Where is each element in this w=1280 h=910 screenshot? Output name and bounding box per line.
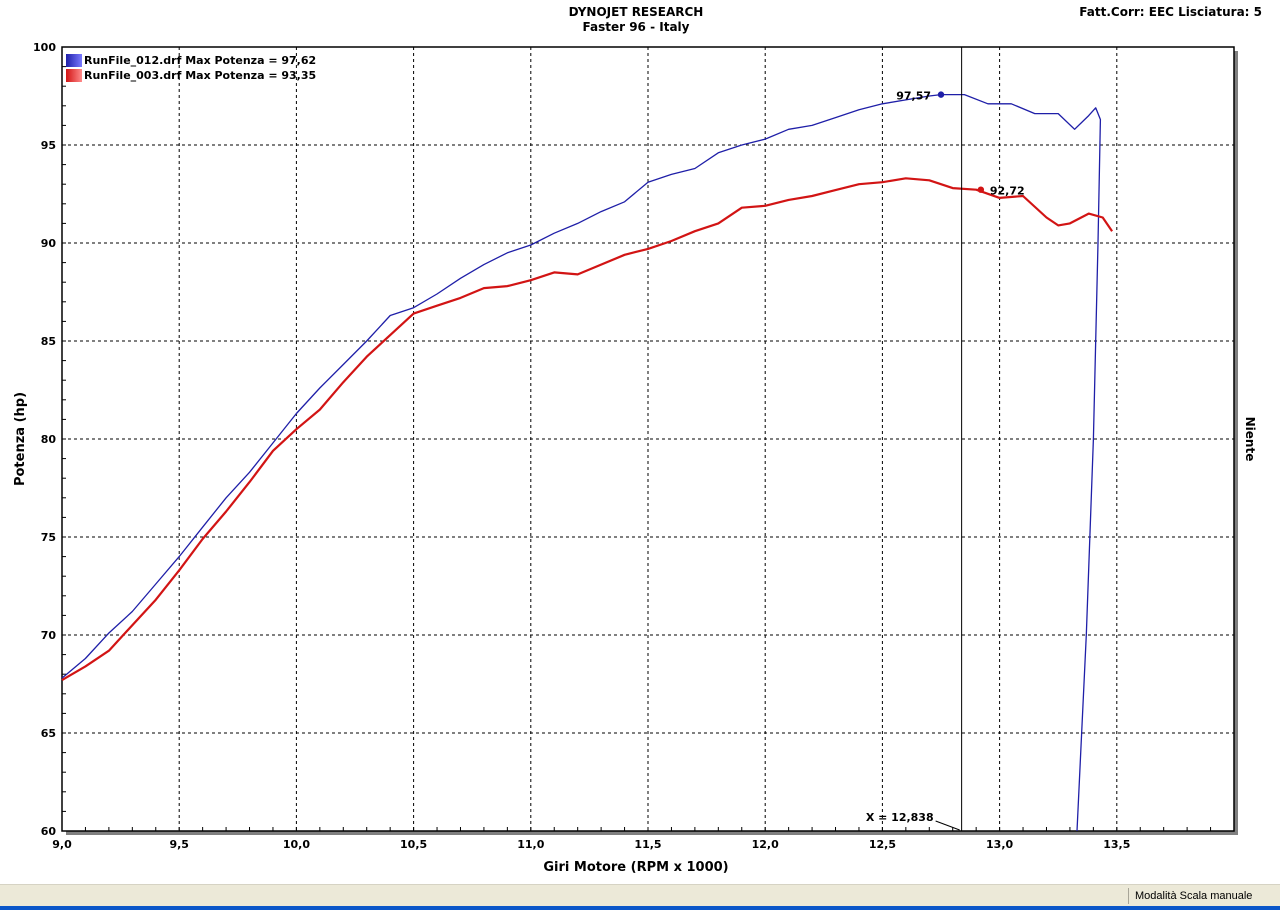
y-tick-label: 65 xyxy=(41,727,56,740)
x-tick-label: 10,0 xyxy=(283,838,310,851)
cursor-label: X = 12,838 xyxy=(866,811,934,824)
taskbar-strip xyxy=(0,906,1280,910)
x-tick-label: 9,5 xyxy=(169,838,189,851)
status-mode-label: Modalità Scala manuale xyxy=(1128,888,1280,904)
y-tick-label: 80 xyxy=(41,433,57,446)
y-tick-label: 100 xyxy=(33,41,56,54)
x-tick-label: 13,5 xyxy=(1103,838,1130,851)
legend-entry-runfile-012: RunFile_012.drf Max Potenza = 97,62 xyxy=(84,54,317,67)
peak-marker-1 xyxy=(977,186,985,193)
x-tick-label: 11,0 xyxy=(517,838,544,851)
y-tick-label: 75 xyxy=(41,531,56,544)
y-axis-label: Potenza (hp) xyxy=(13,392,28,486)
y-tick-label: 90 xyxy=(41,237,57,250)
y-tick-label: 70 xyxy=(41,629,57,642)
right-axis-label: Niente xyxy=(1243,417,1257,462)
app-window: DYNOJET RESEARCH Faster 96 - Italy Fatt.… xyxy=(0,0,1280,910)
x-tick-label: 9,0 xyxy=(52,838,72,851)
y-tick-label: 85 xyxy=(41,335,56,348)
legend-entry-runfile-003: RunFile_003.drf Max Potenza = 93,35 xyxy=(84,69,317,82)
legend-swatch-blue xyxy=(66,54,82,67)
y-tick-label: 60 xyxy=(41,825,57,838)
x-tick-label: 12,0 xyxy=(752,838,779,851)
peak-marker-label-1: 92,72 xyxy=(990,185,1025,198)
peak-marker-label-0: 97,57 xyxy=(896,90,931,103)
x-tick-label: 12,5 xyxy=(869,838,896,851)
x-tick-label: 10,5 xyxy=(400,838,427,851)
legend-swatch-red xyxy=(66,69,82,82)
peak-marker-0 xyxy=(937,91,945,98)
x-axis-label: Giri Motore (RPM x 1000) xyxy=(543,860,728,875)
dyno-chart[interactable]: 9,0 9,5 10,0 10,5 11,0 11,5 12,0 12,5 13,0 13,5 60… xyxy=(0,0,1280,884)
x-tick-label: 11,5 xyxy=(634,838,661,851)
status-bar: Modalità Scala manuale xyxy=(0,884,1280,910)
x-tick-label: 13,0 xyxy=(986,838,1013,851)
y-tick-label: 95 xyxy=(41,139,56,152)
